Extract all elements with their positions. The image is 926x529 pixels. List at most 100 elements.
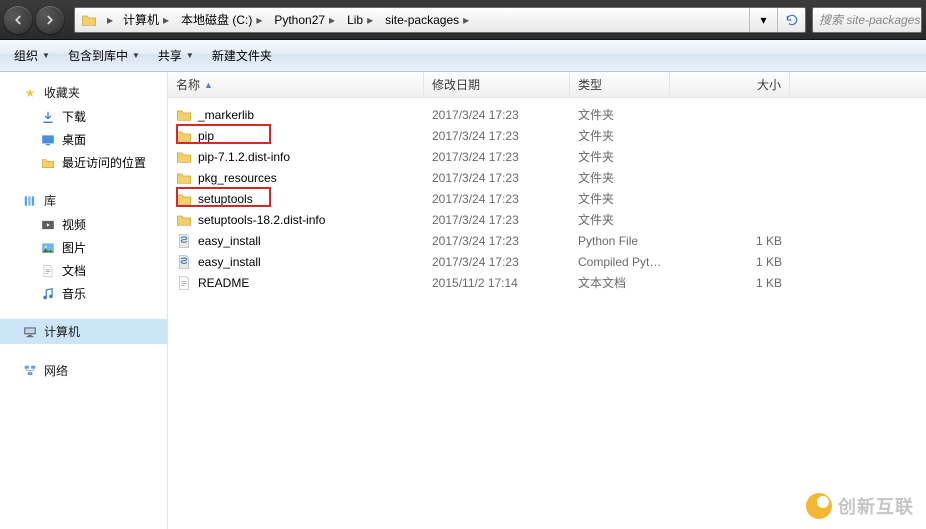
sidebar-item-recent[interactable]: 最近访问的位置	[0, 151, 167, 174]
chevron-down-icon: ▼	[42, 51, 50, 60]
file-name: setuptools	[198, 192, 253, 206]
sidebar-item-downloads[interactable]: 下载	[0, 105, 167, 128]
history-dropdown[interactable]: ▾	[749, 8, 777, 32]
breadcrumb[interactable]: 计算机▸	[117, 8, 175, 32]
new-folder-button[interactable]: 新建文件夹	[204, 43, 280, 68]
recent-icon	[40, 155, 56, 171]
chevron-right-icon[interactable]: ▸	[459, 13, 473, 27]
chevron-right-icon[interactable]: ▸	[325, 13, 339, 27]
file-date: 2017/3/24 17:23	[424, 129, 570, 143]
sidebar-group-favorites[interactable]: ★ 收藏夹	[0, 80, 167, 105]
sort-arrow-icon: ▲	[204, 80, 213, 90]
breadcrumb[interactable]: Python27▸	[268, 8, 341, 32]
file-type: 文本文档	[570, 274, 670, 291]
chevron-right-icon[interactable]: ▸	[159, 13, 173, 27]
watermark: 创新互联	[806, 493, 914, 519]
libraries-title: 库	[44, 192, 56, 209]
file-list: _markerlib2017/3/24 17:23文件夹pip2017/3/24…	[168, 98, 926, 529]
sidebar-item-pictures[interactable]: 图片	[0, 236, 167, 259]
include-label: 包含到库中	[68, 47, 128, 64]
list-item[interactable]: pip-7.1.2.dist-info 2017/3/24 17:23文件夹	[168, 146, 926, 167]
titlebar: ▸ 计算机▸ 本地磁盘 (C:)▸ Python27▸ Lib▸ site-pa…	[0, 0, 926, 40]
breadcrumb-label: Lib	[347, 13, 363, 27]
sidebar-item-label: 图片	[62, 239, 86, 256]
desktop-icon	[40, 132, 56, 148]
breadcrumb-label: 计算机	[123, 11, 159, 28]
file-name: pkg_resources	[198, 171, 277, 185]
breadcrumb[interactable]: 本地磁盘 (C:)▸	[175, 8, 268, 32]
main: ★ 收藏夹 下载 桌面 最近访问的位置 库 视频 图片 文档 音乐 计算机 网络…	[0, 72, 926, 529]
computer-icon	[22, 324, 38, 340]
list-item[interactable]: pkg_resources 2017/3/24 17:23文件夹	[168, 167, 926, 188]
chevron-right-icon[interactable]: ▸	[103, 13, 117, 27]
file-name: README	[198, 276, 249, 290]
forward-button[interactable]	[36, 6, 64, 34]
file-date: 2017/3/24 17:23	[424, 192, 570, 206]
folder-icon	[176, 212, 192, 228]
column-header-date[interactable]: 修改日期	[424, 72, 570, 97]
back-button[interactable]	[4, 6, 32, 34]
share-menu[interactable]: 共享 ▼	[150, 43, 202, 68]
list-item[interactable]: pip2017/3/24 17:23文件夹	[168, 125, 926, 146]
search-input[interactable]: 搜索 site-packages	[812, 7, 922, 33]
organize-menu[interactable]: 组织 ▼	[6, 43, 58, 68]
column-header-size[interactable]: 大小	[670, 72, 790, 97]
sidebar-item-videos[interactable]: 视频	[0, 213, 167, 236]
file-type: 文件夹	[570, 148, 670, 165]
refresh-button[interactable]	[777, 8, 805, 32]
address-bar[interactable]: ▸ 计算机▸ 本地磁盘 (C:)▸ Python27▸ Lib▸ site-pa…	[74, 7, 806, 33]
breadcrumb[interactable]: site-packages▸	[379, 8, 475, 32]
file-type: Python File	[570, 234, 670, 248]
sidebar-item-documents[interactable]: 文档	[0, 259, 167, 282]
column-label: 名称	[176, 76, 200, 93]
folder-icon	[79, 10, 99, 30]
sidebar-item-computer[interactable]: 计算机	[0, 319, 167, 344]
folder-icon	[176, 128, 192, 144]
list-item[interactable]: README2015/11/2 17:14文本文档1 KB	[168, 272, 926, 293]
list-item[interactable]: easy_install2017/3/24 17:23Compiled Pyth…	[168, 251, 926, 272]
file-date: 2017/3/24 17:23	[424, 150, 570, 164]
file-date: 2017/3/24 17:23	[424, 108, 570, 122]
column-header-type[interactable]: 类型	[570, 72, 670, 97]
picture-icon	[40, 240, 56, 256]
list-item[interactable]: _markerlib2017/3/24 17:23文件夹	[168, 104, 926, 125]
file-date: 2017/3/24 17:23	[424, 255, 570, 269]
column-header-name[interactable]: 名称 ▲	[168, 72, 424, 97]
chevron-right-icon[interactable]: ▸	[363, 13, 377, 27]
python-icon	[176, 233, 192, 249]
file-type: 文件夹	[570, 127, 670, 144]
file-size: 1 KB	[670, 255, 790, 269]
folder-icon	[176, 149, 192, 165]
include-in-library-menu[interactable]: 包含到库中 ▼	[60, 43, 148, 68]
sidebar-item-music[interactable]: 音乐	[0, 282, 167, 305]
download-icon	[40, 109, 56, 125]
breadcrumb-label: Python27	[274, 13, 325, 27]
list-item[interactable]: setuptools2017/3/24 17:23文件夹	[168, 188, 926, 209]
star-icon: ★	[22, 85, 38, 101]
breadcrumb-label: site-packages	[385, 13, 459, 27]
folder-icon	[176, 107, 192, 123]
sidebar-item-label: 文档	[62, 262, 86, 279]
sidebar-item-network[interactable]: 网络	[0, 358, 167, 383]
file-date: 2017/3/24 17:23	[424, 171, 570, 185]
watermark-text: 创新互联	[838, 493, 914, 519]
file-date: 2017/3/24 17:23	[424, 234, 570, 248]
file-name: pip-7.1.2.dist-info	[198, 150, 290, 164]
sidebar-item-label: 下载	[62, 108, 86, 125]
list-item[interactable]: setuptools-18.2.dist-info2017/3/24 17:23…	[168, 209, 926, 230]
breadcrumb[interactable]: Lib▸	[341, 8, 379, 32]
list-item[interactable]: easy_install2017/3/24 17:23Python File1 …	[168, 230, 926, 251]
file-type: 文件夹	[570, 169, 670, 186]
breadcrumb-label: 本地磁盘 (C:)	[181, 11, 252, 28]
document-icon	[40, 263, 56, 279]
chevron-right-icon[interactable]: ▸	[252, 13, 266, 27]
file-name: setuptools-18.2.dist-info	[198, 213, 325, 227]
content-pane: 名称 ▲ 修改日期 类型 大小 _markerlib2017/3/24 17:23…	[168, 72, 926, 529]
file-size: 1 KB	[670, 276, 790, 290]
sidebar-item-desktop[interactable]: 桌面	[0, 128, 167, 151]
chevron-down-icon: ▼	[132, 51, 140, 60]
sidebar-group-libraries[interactable]: 库	[0, 188, 167, 213]
organize-label: 组织	[14, 47, 38, 64]
file-name: easy_install	[198, 255, 261, 269]
sidebar-item-label: 音乐	[62, 285, 86, 302]
